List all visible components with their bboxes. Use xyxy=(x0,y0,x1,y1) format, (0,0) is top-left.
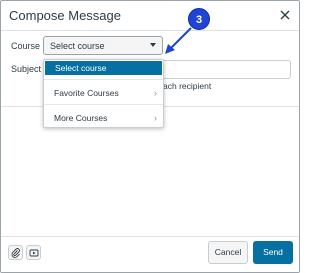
dropdown-item-label: More Courses xyxy=(54,113,108,123)
dialog-title: Compose Message xyxy=(9,8,121,23)
send-button[interactable]: Send xyxy=(253,241,293,264)
chevron-down-icon xyxy=(150,43,156,47)
course-label: Course xyxy=(11,41,41,51)
close-icon[interactable] xyxy=(279,9,291,21)
course-select-value: Select course xyxy=(50,41,105,51)
recipient-option-text: ach recipient xyxy=(163,81,212,91)
course-dropdown-menu: Select course Favorite Courses › More Co… xyxy=(43,59,164,128)
media-icon xyxy=(29,249,39,257)
chevron-right-icon: › xyxy=(154,113,157,123)
attach-file-button[interactable] xyxy=(8,245,23,260)
dialog-header: Compose Message xyxy=(1,1,299,31)
dropdown-separator xyxy=(44,79,163,80)
dropdown-item-favorite-courses[interactable]: Favorite Courses › xyxy=(44,86,163,100)
dropdown-separator xyxy=(44,104,163,105)
dropdown-item-label: Favorite Courses xyxy=(54,88,119,98)
chevron-right-icon: › xyxy=(154,88,157,98)
dropdown-item-label: Select course xyxy=(55,63,107,73)
record-media-button[interactable] xyxy=(26,245,41,260)
subject-input[interactable] xyxy=(163,60,291,79)
dropdown-item-more-courses[interactable]: More Courses › xyxy=(44,111,163,125)
dropdown-item-select-course[interactable]: Select course xyxy=(45,61,162,75)
cancel-button[interactable]: Cancel xyxy=(208,241,248,264)
subject-label: Subject xyxy=(11,64,42,74)
course-select[interactable]: Select course xyxy=(43,36,163,55)
paperclip-icon xyxy=(11,248,20,258)
